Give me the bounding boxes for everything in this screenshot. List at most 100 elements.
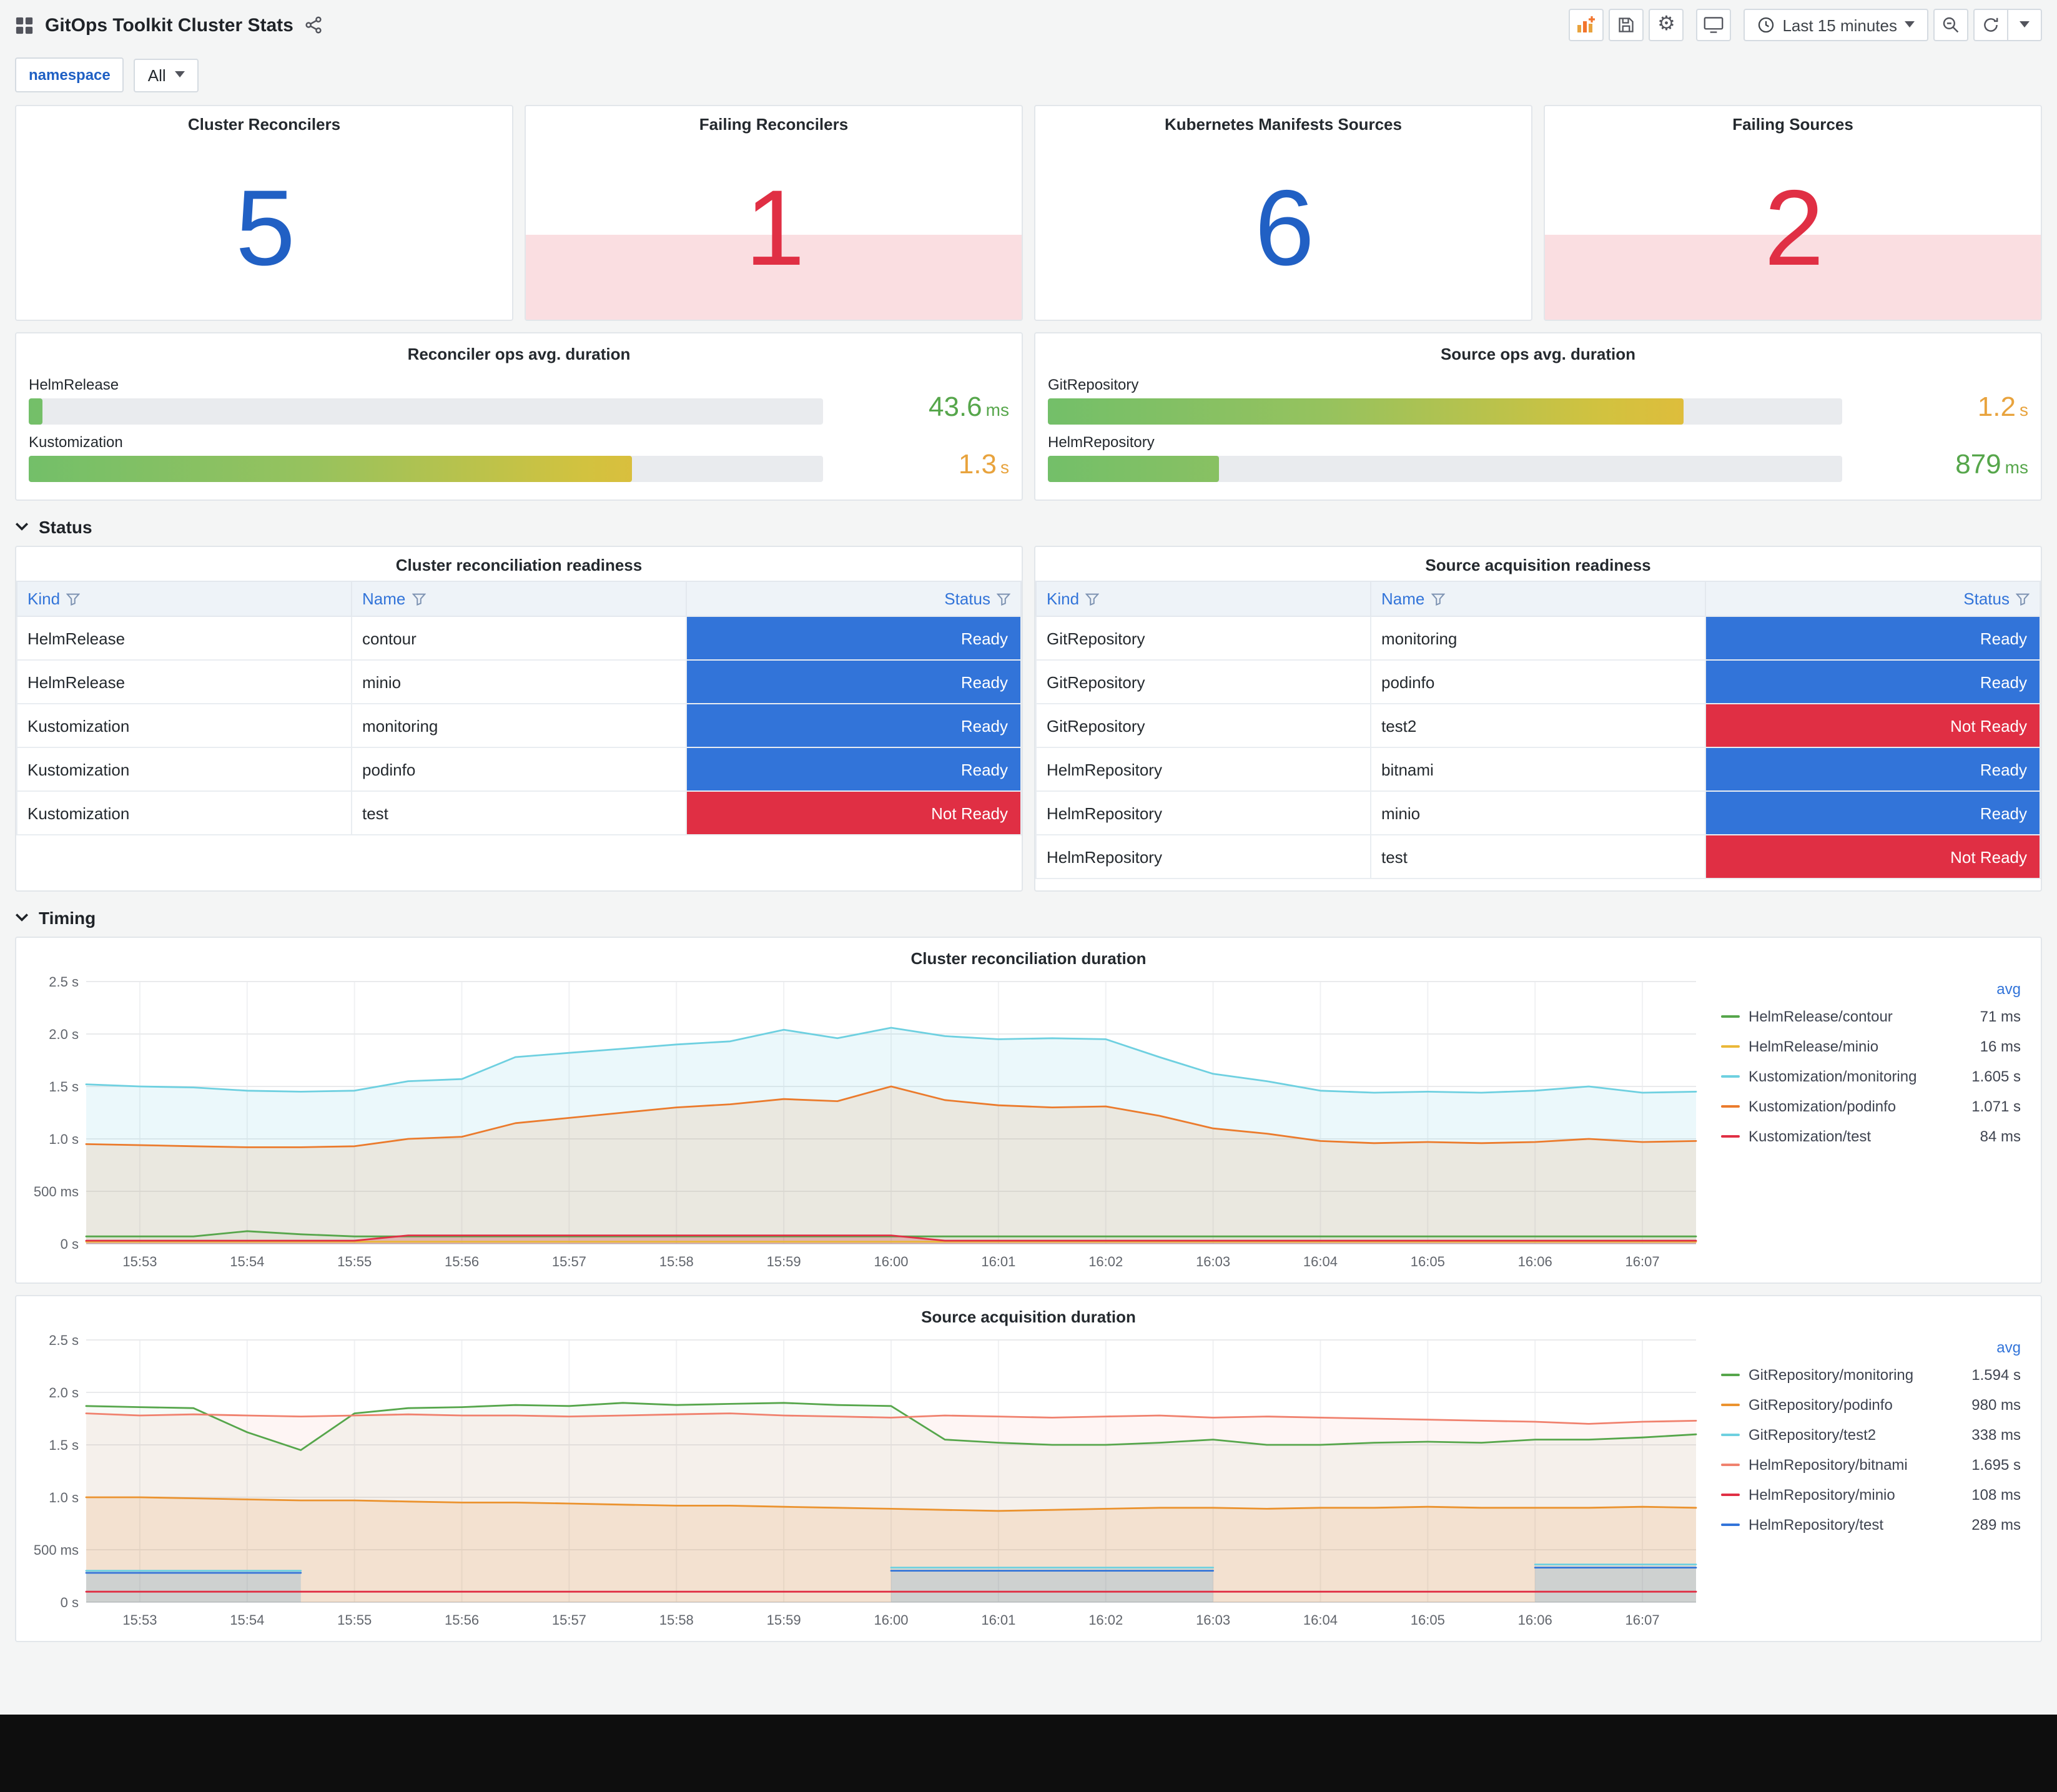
gauge-value-unit: s [2020, 400, 2028, 420]
cell-name: contour [351, 616, 687, 661]
legend-series-name: GitRepository/test2 [1749, 1426, 1877, 1444]
cell-status: Ready [1705, 747, 2041, 792]
y-tick-label: 0 s [61, 1236, 79, 1252]
legend-item-helmrelease-contour[interactable]: HelmRelease/contour 71 ms [1721, 1002, 2021, 1031]
legend-item-helmrelease-minio[interactable]: HelmRelease/minio 16 ms [1721, 1031, 2021, 1061]
legend-item-kustomization-podinfo[interactable]: Kustomization/podinfo 1.071 s [1721, 1091, 2021, 1121]
refresh-interval-button[interactable] [2007, 9, 2042, 41]
filter-icon[interactable] [2016, 592, 2030, 606]
share-icon[interactable] [305, 16, 322, 34]
filter-icon[interactable] [997, 592, 1010, 606]
legend-series-value: 71 ms [1980, 1008, 2021, 1025]
gauge-label: HelmRelease [29, 376, 119, 393]
filter-icon[interactable] [412, 592, 426, 606]
legend-item-helmrepository-bitnami[interactable]: HelmRepository/bitnami 1.695 s [1721, 1450, 2021, 1480]
cell-status: Ready [1705, 659, 2041, 704]
legend-avg-header[interactable]: avg [1721, 1335, 2021, 1360]
timeseries-panel-source-acquisition-duration: Source acquisition duration 15:53 15:54 15:… [15, 1295, 2042, 1642]
y-tick-label: 1.5 s [49, 1079, 79, 1095]
legend-item-gitrepository-monitoring[interactable]: GitRepository/monitoring 1.594 s [1721, 1360, 2021, 1390]
series-area-helmrepository-test [1535, 1567, 1696, 1602]
column-header-status[interactable]: Status [686, 581, 1022, 617]
y-tick-label: 2.0 s [49, 1026, 79, 1042]
save-button[interactable] [1609, 9, 1644, 41]
column-header-name[interactable]: Name [351, 581, 687, 617]
cell-status: Ready [1705, 616, 2041, 661]
cell-status: Ready [686, 616, 1022, 661]
table-row: GitRepository test2 Not Ready [1035, 703, 2041, 748]
legend-item-gitrepository-test2[interactable]: GitRepository/test2 338 ms [1721, 1420, 2021, 1450]
panel-title[interactable]: Cluster Reconcilers [16, 106, 512, 137]
time-series-plot[interactable]: 15:53 15:54 15:55 15:56 15:57 15:58 15:59 16:00… [26, 1330, 1706, 1632]
add-panel-button[interactable] [1569, 9, 1604, 41]
column-header-status[interactable]: Status [1705, 581, 2041, 617]
legend-item-gitrepository-podinfo[interactable]: GitRepository/podinfo 980 ms [1721, 1390, 2021, 1420]
panel-title[interactable]: Failing Reconcilers [526, 106, 1022, 137]
panel-title[interactable]: Source ops avg. duration [1048, 336, 2028, 367]
x-tick-label: 16:00 [874, 1254, 908, 1269]
y-tick-label: 500 ms [34, 1542, 79, 1558]
y-tick-label: 1.0 s [49, 1490, 79, 1505]
column-header-name[interactable]: Name [1370, 581, 1706, 617]
gauge-value: 43.6 ms [841, 392, 1009, 425]
y-tick-label: 1.0 s [49, 1131, 79, 1147]
legend-item-kustomization-test[interactable]: Kustomization/test 84 ms [1721, 1121, 2021, 1151]
toolbar: ⚙ Last 15 minutes [1569, 9, 2042, 41]
namespace-variable-value[interactable]: All [134, 58, 199, 92]
cell-status: Ready [686, 703, 1022, 748]
x-tick-label: 15:59 [767, 1612, 801, 1628]
column-header-kind[interactable]: Kind [16, 581, 352, 617]
panel-title[interactable]: Source acquisition readiness [1035, 547, 2041, 578]
cell-name: minio [1370, 790, 1706, 835]
tv-mode-button[interactable] [1696, 9, 1732, 41]
legend-avg-header[interactable]: avg [1721, 977, 2021, 1002]
legend: avg HelmRelease/contour 71 ms HelmRelease/m… [1706, 972, 2031, 1274]
bottom-letterbox [0, 1715, 2057, 1792]
legend-item-helmrepository-test[interactable]: HelmRepository/test 289 ms [1721, 1510, 2021, 1540]
legend-series-name: HelmRepository/minio [1749, 1486, 1895, 1504]
cell-name: bitnami [1370, 747, 1706, 792]
legend-swatch [1721, 1494, 1740, 1496]
stat-panel-kubernetes-manifests-sources: Kubernetes Manifests Sources 6 [1034, 105, 1532, 321]
gauge-value-number: 43.6 [929, 391, 982, 422]
variables-row: namespace All [0, 50, 2057, 105]
table-header-row: Kind Name Status [16, 581, 1022, 617]
legend-item-helmrepository-minio[interactable]: HelmRepository/minio 108 ms [1721, 1480, 2021, 1510]
panel-title[interactable]: Cluster reconciliation readiness [16, 547, 1022, 578]
x-tick-label: 16:03 [1196, 1254, 1230, 1269]
panel-title[interactable]: Kubernetes Manifests Sources [1035, 106, 1531, 137]
panel-title[interactable]: Failing Sources [1545, 106, 2041, 137]
x-tick-label: 15:54 [230, 1612, 264, 1628]
zoom-out-button[interactable] [1933, 9, 1968, 41]
panel-title[interactable]: Reconciler ops avg. duration [29, 336, 1009, 367]
zoom-out-icon [1943, 17, 1959, 33]
time-series-plot[interactable]: 15:53 15:54 15:55 15:56 15:57 15:58 15:59 16:00… [26, 972, 1706, 1274]
gauge-track [1048, 456, 1842, 482]
settings-button[interactable]: ⚙ [1649, 9, 1684, 41]
legend-item-kustomization-monitoring[interactable]: Kustomization/monitoring 1.605 s [1721, 1061, 2021, 1091]
namespace-variable-label: namespace [15, 57, 124, 92]
section-status[interactable]: Status [15, 517, 2042, 537]
panel-title[interactable]: Source acquisition duration [26, 1299, 2031, 1330]
filter-icon[interactable] [1085, 592, 1100, 606]
x-tick-label: 16:01 [981, 1254, 1015, 1269]
column-header-kind[interactable]: Kind [1035, 581, 1371, 617]
table-row: GitRepository monitoring Ready [1035, 616, 2041, 661]
filter-icon[interactable] [1431, 592, 1445, 606]
cell-kind: HelmRepository [1035, 747, 1371, 792]
cell-status: Ready [1705, 790, 2041, 835]
gauge-row-helmrelease: HelmRelease 43.6 ms [29, 376, 1009, 425]
legend-swatch [1721, 1464, 1740, 1466]
cell-name: test2 [1370, 703, 1706, 748]
section-timing[interactable]: Timing [15, 908, 2042, 928]
gauge-value-number: 1.3 [958, 448, 997, 480]
refresh-button[interactable] [1973, 9, 2008, 41]
x-tick-label: 16:05 [1411, 1612, 1445, 1628]
time-picker[interactable]: Last 15 minutes [1744, 9, 1928, 41]
gauge-bar [29, 398, 43, 425]
panel-title[interactable]: Cluster reconciliation duration [26, 940, 2031, 972]
grafana-dashboard: GitOps Toolkit Cluster Stats ⚙ Last 15 m… [0, 0, 2057, 1792]
filter-icon[interactable] [66, 592, 81, 606]
add-panel-icon [1577, 16, 1596, 32]
legend-series-name: Kustomization/podinfo [1749, 1098, 1897, 1115]
